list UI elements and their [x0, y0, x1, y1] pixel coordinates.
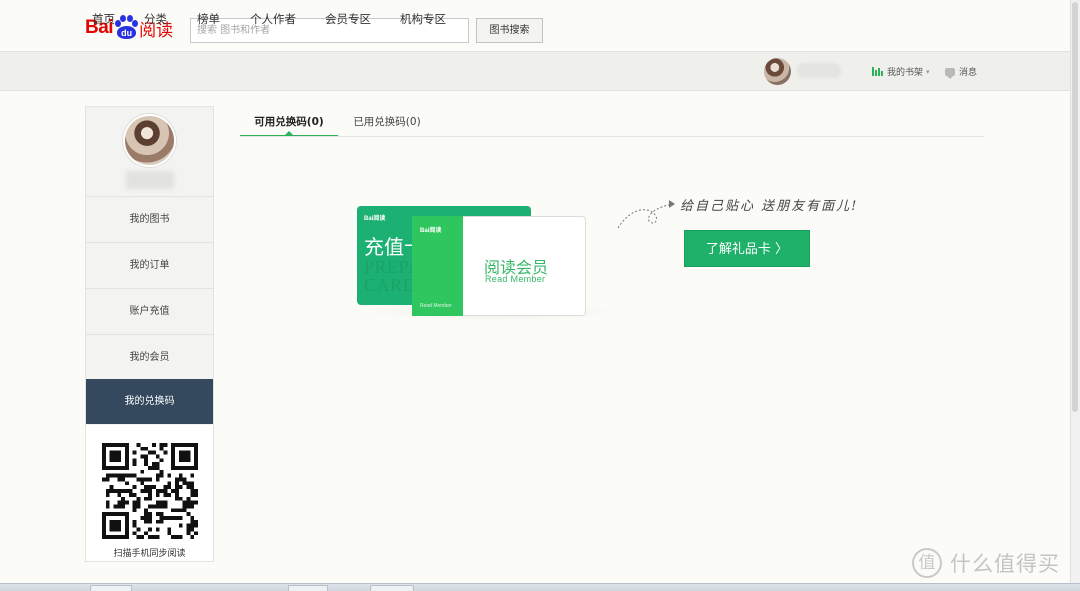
sidebar: 我的图书 我的订单 账户充值 我的会员 我的兑换码 扫描手机同步阅读 [85, 106, 214, 562]
tab-used-codes[interactable]: 已用兑换码(0) [345, 110, 429, 137]
tab-available-codes[interactable]: 可用兑换码(0) [240, 110, 338, 137]
sidebar-item-recharge[interactable]: 账户充值 [86, 288, 213, 333]
bookshelf-label: 我的书架 [887, 68, 924, 78]
my-bookshelf-link[interactable]: 我的书架 ▾ [872, 65, 930, 78]
profile-name-blurred [126, 171, 174, 189]
qr-panel: 扫描手机同步阅读 [86, 425, 213, 561]
sidebar-item-redeem-codes[interactable]: 我的兑换码 [86, 379, 213, 424]
scrollbar-thumb[interactable] [1072, 2, 1078, 412]
sidebar-item-my-orders[interactable]: 我的订单 [86, 242, 213, 287]
taskbar-strip [0, 583, 1080, 591]
qr-caption: 扫描手机同步阅读 [113, 549, 186, 559]
taskbar-item[interactable] [288, 585, 328, 591]
sidebar-item-my-books[interactable]: 我的图书 [86, 196, 213, 241]
sidebar-item-membership[interactable]: 我的会员 [86, 334, 213, 379]
profile-avatar[interactable] [123, 114, 176, 167]
bookshelf-icon [872, 67, 883, 76]
qr-code [102, 443, 198, 539]
username-blurred[interactable] [797, 63, 841, 78]
member-card-en: Read Member [485, 274, 546, 284]
message-icon [945, 67, 955, 79]
watermark: 值 什么值得买 [912, 548, 1060, 578]
nav-item-authors[interactable]: 个人作者 [250, 0, 296, 39]
messages-label: 消息 [959, 68, 978, 78]
promo-slogan: 给自己贴心 送朋友有面儿! [680, 199, 859, 214]
nav-item-categories[interactable]: 分类 [144, 0, 167, 39]
logo-du-text: du [117, 26, 137, 39]
member-card-logo: Bai阅读 [420, 228, 442, 234]
member-card-small-text: Read Member [420, 303, 452, 309]
nav-item-home[interactable]: 首页 [92, 0, 115, 39]
nav-item-members[interactable]: 会员专区 [325, 0, 371, 39]
swirl-arrow-icon [617, 200, 675, 229]
tab-divider [240, 136, 984, 137]
nav-item-rankings[interactable]: 榜单 [197, 0, 220, 39]
watermark-icon: 值 [912, 548, 942, 578]
watermark-text: 什么值得买 [950, 552, 1060, 576]
search-button[interactable]: 图书搜索 [476, 18, 543, 43]
baidu-paw-icon: du [114, 15, 139, 41]
taskbar-item[interactable] [370, 585, 414, 591]
learn-gift-card-button[interactable]: 了解礼品卡 〉 [684, 230, 810, 267]
nav-item-institutions[interactable]: 机构专区 [400, 0, 446, 39]
avatar[interactable] [764, 58, 791, 85]
taskbar-item[interactable] [90, 585, 132, 591]
messages-link[interactable]: 消息 [945, 65, 978, 79]
chevron-down-icon: ▾ [926, 67, 930, 76]
prepaid-card-logo: Bai阅读 [364, 216, 386, 222]
